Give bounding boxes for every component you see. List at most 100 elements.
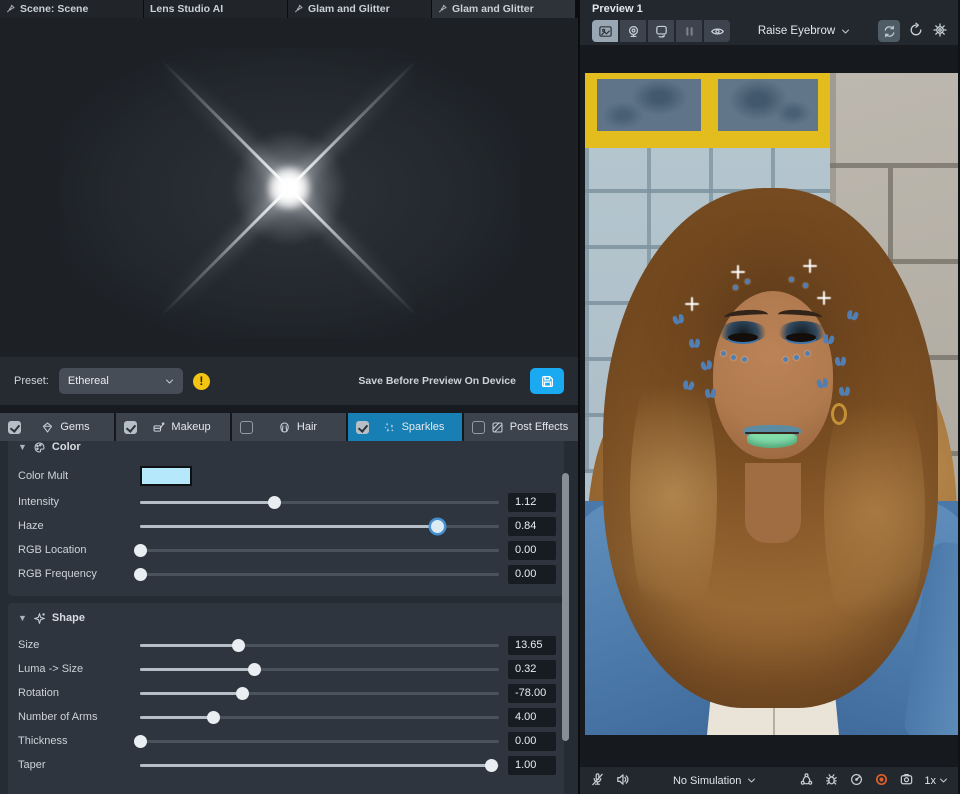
butterfly-makeup [835,357,846,366]
window-pane [597,79,701,131]
microphone-muted-button[interactable] [590,772,605,790]
simulation-label: No Simulation [673,775,741,787]
pin-icon [6,4,16,14]
property-value[interactable]: 4.00 [508,708,556,727]
sync-preview-button[interactable] [878,20,900,42]
chevron-down-icon [939,776,948,785]
save-button[interactable] [530,368,564,394]
property-value[interactable]: 0.00 [508,732,556,751]
gems-checkbox[interactable] [8,421,21,434]
preset-row: Preset: Ethereal ! Save Before Preview O… [0,357,578,405]
reset-preview-button[interactable] [908,22,924,41]
slider-thumb[interactable] [248,663,261,676]
hair-checkbox[interactable] [240,421,253,434]
slider-thumb[interactable] [134,735,147,748]
property-row: Haze 0.84 [18,514,556,538]
eye-button[interactable] [704,20,730,42]
butterfly-makeup [689,339,700,348]
property-value[interactable]: 0.00 [508,541,556,560]
tab-sparkles[interactable]: Sparkles [348,413,462,441]
tab-glam-and-glitter-1[interactable]: Glam and Glitter [288,0,431,18]
nodes-button[interactable] [799,772,814,790]
gear-icon [932,22,948,38]
property-value[interactable]: 1.00 [508,756,556,775]
slider-track[interactable] [140,710,499,724]
slider-thumb[interactable] [268,496,281,509]
property-value[interactable]: 0.84 [508,517,556,536]
shape-section-title: Shape [52,612,85,624]
property-label: RGB Location [18,544,140,556]
preview-settings-button[interactable] [932,22,948,41]
property-value[interactable]: 13.65 [508,636,556,655]
slider-thumb[interactable] [232,639,245,652]
trigger-dropdown[interactable]: Raise Eyebrow [736,25,872,37]
record-button[interactable] [874,772,889,790]
pause-button[interactable] [676,20,702,42]
slider-track[interactable] [140,734,499,748]
tab-glam-and-glitter-2[interactable]: Glam and Glitter [432,0,575,18]
lower-lip [747,433,797,448]
tab-scene[interactable]: Scene: Scene [0,0,143,18]
makeup-checkbox[interactable] [124,421,137,434]
property-value[interactable]: 1.12 [508,493,556,512]
property-value[interactable]: 0.32 [508,660,556,679]
device-mirror-button[interactable] [648,20,674,42]
property-label: Haze [18,520,140,532]
slider-thumb[interactable] [207,711,220,724]
webcam-button[interactable] [620,20,646,42]
slider-track[interactable] [140,662,499,676]
slider-thumb[interactable] [236,687,249,700]
scrollbar-thumb[interactable] [562,473,569,741]
save-floppy-icon [540,374,555,389]
slider-thumb[interactable] [134,568,147,581]
post-effects-checkbox[interactable] [472,421,485,434]
chevron-down-icon: ▼ [18,442,27,452]
slider-track[interactable] [140,686,499,700]
save-hint-label: Save Before Preview On Device [358,375,516,387]
butterfly-makeup [705,389,716,398]
gem-icon [41,421,54,434]
slider-track[interactable] [140,519,499,533]
eye [728,333,758,342]
color-swatch[interactable] [140,466,192,486]
slider-track[interactable] [140,638,499,652]
property-label: Color Mult [18,470,140,482]
tab-lens-studio-ai[interactable]: Lens Studio AI [144,0,287,18]
tab-post-effects[interactable]: Post Effects [464,413,578,441]
tab-hair[interactable]: Hair [232,413,346,441]
snapshot-button[interactable] [899,772,914,790]
neck [745,463,801,543]
webcam-icon [626,24,641,39]
tab-gems[interactable]: Gems [0,413,114,441]
tab-gems-label: Gems [60,421,89,433]
preset-dropdown[interactable]: Ethereal [59,368,183,394]
image-preview-button[interactable] [592,20,618,42]
slider-track[interactable] [140,543,499,557]
simulation-dropdown[interactable]: No Simulation [640,775,789,787]
slider-thumb[interactable] [431,520,444,533]
slider-thumb[interactable] [485,759,498,772]
shape-section-header[interactable]: ▼ Shape [18,609,556,627]
performance-button[interactable] [849,772,864,790]
chevron-down-icon [747,776,756,785]
property-value[interactable]: 0.00 [508,565,556,584]
property-row: RGB Location 0.00 [18,538,556,562]
tab-makeup[interactable]: Makeup [116,413,230,441]
bug-icon [824,772,839,787]
zoom-dropdown[interactable]: 1x [924,775,948,787]
sparkles-icon [383,421,396,434]
sparkles-checkbox[interactable] [356,421,369,434]
debug-button[interactable] [824,772,839,790]
slider-track[interactable] [140,758,499,772]
sparkle-texture-preview [0,18,578,357]
speaker-button[interactable] [615,772,630,790]
slider-track[interactable] [140,567,499,581]
slider-track[interactable] [140,495,499,509]
property-value[interactable]: -78.00 [508,684,556,703]
sparkle-glint [685,297,699,311]
color-section-header[interactable]: ▼ Color [18,441,556,456]
butterfly-makeup [682,380,694,391]
sparkle-glint [817,291,831,305]
slider-thumb[interactable] [134,544,147,557]
window-pane [718,79,818,131]
